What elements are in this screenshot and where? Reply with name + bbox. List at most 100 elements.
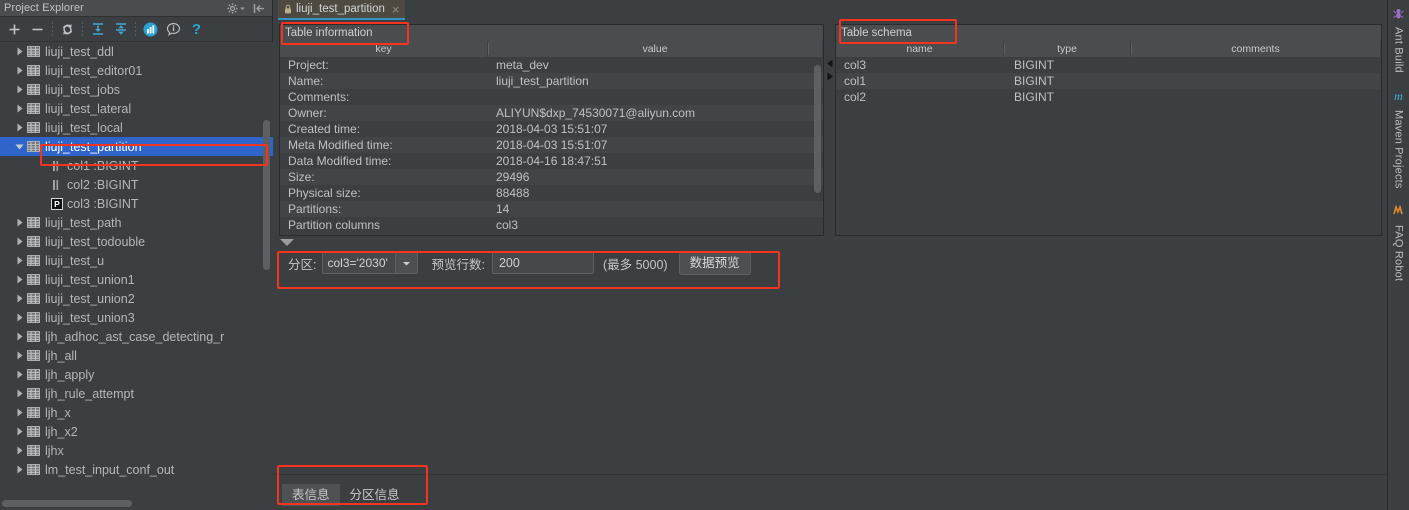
add-button[interactable] <box>3 18 26 40</box>
tree-table-item[interactable]: liuji_test_ddl <box>0 42 273 61</box>
chevron-right-icon[interactable] <box>13 384 26 403</box>
tree-table-item[interactable]: ljh_apply <box>0 365 273 384</box>
column-header-type[interactable]: type <box>1004 41 1131 57</box>
collapse-all-button[interactable] <box>109 18 132 40</box>
table-row[interactable]: Size: 29496 <box>280 169 823 185</box>
tree-table-item[interactable]: ljh_adhoc_ast_case_detecting_r <box>0 327 273 346</box>
gear-icon[interactable] <box>227 2 246 14</box>
tree-table-item[interactable]: ljh_all <box>0 346 273 365</box>
chevron-right-icon[interactable] <box>13 460 26 479</box>
remove-button[interactable] <box>26 18 49 40</box>
table-information-rows[interactable]: Project: meta_dev Name: liuji_test_partitio… <box>280 57 823 235</box>
chevron-right-icon[interactable] <box>13 118 26 137</box>
data-preview-button[interactable]: 数据预览 <box>678 251 751 275</box>
chevron-right-icon[interactable] <box>13 42 26 61</box>
bottom-tab[interactable]: 表信息 <box>282 484 340 506</box>
collapse-panel-icon[interactable] <box>253 3 265 14</box>
table-row[interactable]: Data Modified time: 2018-04-16 18:47:51 <box>280 153 823 169</box>
chevron-right-icon[interactable] <box>13 99 26 118</box>
chevron-right-icon[interactable] <box>13 327 26 346</box>
tree-column-item[interactable]: col1 :BIGINT <box>0 156 273 175</box>
tree-table-item[interactable]: ljh_rule_attempt <box>0 384 273 403</box>
column-header-value[interactable]: value <box>488 41 823 57</box>
tree-item-label: ljh_x <box>45 405 71 420</box>
tree-item-label: liuji_test_local <box>45 120 123 135</box>
column-icon <box>51 160 62 172</box>
tree-item-label: liuji_test_union2 <box>45 291 135 306</box>
tree-table-item[interactable]: ljhx <box>0 441 273 460</box>
tree-horizontal-scrollbar[interactable] <box>2 500 132 507</box>
chevron-right-icon[interactable] <box>13 213 26 232</box>
chevron-down-icon[interactable] <box>395 253 418 273</box>
table-schema-rows[interactable]: col3 PBIGINT col1 BIGINT col2 BIGINT <box>836 57 1381 235</box>
table-row[interactable]: Created time: 2018-04-03 15:51:07 <box>280 121 823 137</box>
table-row[interactable]: Meta Modified time: 2018-04-03 15:51:07 <box>280 137 823 153</box>
tree-table-item[interactable]: liuji_test_path <box>0 213 273 232</box>
partition-preview-bar: 分区: col3='2030' 预览行数: 200 (最多 5000) 数据预览 <box>279 245 1382 281</box>
tree-table-item[interactable]: ljh_x <box>0 403 273 422</box>
chevron-right-icon[interactable] <box>13 289 26 308</box>
table-row[interactable]: Owner: ALIYUN$dxp_74530071@aliyun.com <box>280 105 823 121</box>
tree-table-item[interactable]: liuji_test_todouble <box>0 232 273 251</box>
chevron-right-icon[interactable] <box>13 232 26 251</box>
close-icon[interactable]: × <box>392 3 400 16</box>
tree-table-item[interactable]: liuji_test_local <box>0 118 273 137</box>
chevron-right-icon[interactable] <box>13 270 26 289</box>
help-button[interactable]: ? <box>185 18 208 40</box>
right-tool-maven-projects[interactable]: m Maven Projects <box>1392 83 1405 199</box>
chevron-right-icon[interactable] <box>13 441 26 460</box>
chevron-right-icon[interactable] <box>13 80 26 99</box>
bottom-tab[interactable]: 分区信息 <box>340 484 410 506</box>
partition-select[interactable]: col3='2030' <box>322 252 419 274</box>
chevron-right-icon[interactable] <box>13 365 26 384</box>
database-tree[interactable]: liuji_test_ddl liuji_test_editor01 liuji_t… <box>0 42 273 510</box>
preview-rows-input[interactable]: 200 <box>491 252 594 274</box>
table-row[interactable]: col2 BIGINT <box>836 89 1381 105</box>
bottom-tabs[interactable]: 表信息 分区信息 <box>273 475 1387 510</box>
right-tool-ant-build[interactable]: Ant Build <box>1393 0 1405 83</box>
chevron-right-icon[interactable] <box>13 251 26 270</box>
tree-table-item[interactable]: liuji_test_union3 <box>0 308 273 327</box>
column-header-comments[interactable]: comments <box>1131 41 1381 57</box>
table-row[interactable]: col1 BIGINT <box>836 73 1381 89</box>
table-row[interactable]: Name: liuji_test_partition <box>280 73 823 89</box>
column-header-name[interactable]: name <box>836 41 1004 57</box>
column-header-key[interactable]: key <box>280 41 488 57</box>
tree-column-item[interactable]: Pcol3 :BIGINT <box>0 194 273 213</box>
chevron-right-icon[interactable] <box>13 346 26 365</box>
split-divider-handle[interactable] <box>826 50 834 90</box>
table-row[interactable]: Project: meta_dev <box>280 57 823 73</box>
info-button[interactable] <box>162 18 185 40</box>
table-row[interactable]: Partition columns col3 <box>280 217 823 233</box>
table-icon <box>27 463 40 476</box>
tree-table-item[interactable]: liuji_test_jobs <box>0 80 273 99</box>
tree-table-item[interactable]: ljh_x2 <box>0 422 273 441</box>
tree-table-item[interactable]: liuji_test_union2 <box>0 289 273 308</box>
refresh-button[interactable] <box>56 18 79 40</box>
tree-table-item[interactable]: lm_test_input_conf_out <box>0 460 273 479</box>
editor-tab-liuji-test-partition[interactable]: liuji_test_partition × <box>278 0 406 20</box>
table-row[interactable]: col3 PBIGINT <box>836 57 1381 73</box>
chevron-right-icon[interactable] <box>13 308 26 327</box>
table-row[interactable]: Physical size: 88488 <box>280 185 823 201</box>
expand-all-button[interactable] <box>86 18 109 40</box>
chevron-right-icon[interactable] <box>13 422 26 441</box>
table-icon <box>27 444 40 457</box>
info-value-cell: 2018-04-03 15:51:07 <box>496 138 608 152</box>
tree-table-item[interactable]: liuji_test_union1 <box>0 270 273 289</box>
right-tool-faq-robot[interactable]: FAQ Robot <box>1393 198 1405 291</box>
chevron-down-icon[interactable] <box>13 137 26 156</box>
tree-table-item[interactable]: liuji_test_u <box>0 251 273 270</box>
tree-column-item[interactable]: col2 :BIGINT <box>0 175 273 194</box>
tree-table-item[interactable]: liuji_test_editor01 <box>0 61 273 80</box>
chart-button[interactable] <box>139 18 162 40</box>
table-row[interactable]: Partitions: 14 <box>280 201 823 217</box>
tree-table-item[interactable]: liuji_test_partition <box>0 137 273 156</box>
chevron-right-icon[interactable] <box>13 403 26 422</box>
chevron-right-icon[interactable] <box>13 61 26 80</box>
table-information-scrollbar[interactable] <box>814 65 821 193</box>
tree-vertical-scrollbar[interactable] <box>263 120 270 270</box>
table-icon <box>27 254 40 267</box>
tree-table-item[interactable]: liuji_test_lateral <box>0 99 273 118</box>
table-row[interactable]: Comments: <box>280 89 823 105</box>
